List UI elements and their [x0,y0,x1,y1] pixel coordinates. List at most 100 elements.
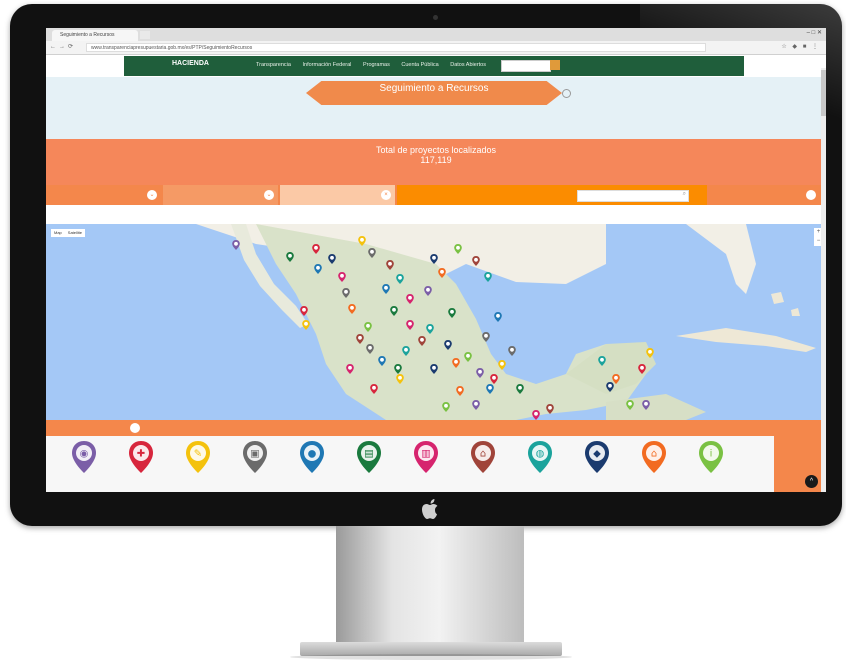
map-pin-icon[interactable] [642,400,650,410]
map-pin-icon[interactable] [378,356,386,366]
map-pin-icon[interactable] [442,402,450,412]
map-pin-icon[interactable] [406,294,414,304]
map-pin-icon[interactable] [646,348,654,358]
map-pin-icon[interactable] [448,308,456,318]
category-info-button[interactable]: i [697,440,725,484]
browser-tab[interactable]: Seguimiento a Recursos [52,30,138,41]
map-pin-icon[interactable] [490,374,498,384]
map-pin-icon[interactable] [348,304,356,314]
map-pin-icon[interactable] [626,400,634,410]
site-search-button[interactable] [550,60,560,70]
map-pin-icon[interactable] [418,336,426,346]
nav-link[interactable]: Cuenta Pública [401,62,438,68]
map-pin-icon[interactable] [456,386,464,396]
map-view-button[interactable]: Map [51,230,65,235]
map-pin-icon[interactable] [424,286,432,296]
map-pin-icon[interactable] [390,306,398,316]
map-pin-icon[interactable] [338,272,346,282]
map-pin-icon[interactable] [426,324,434,334]
project-map[interactable]: Map Satellite + − [46,224,826,420]
map-pin-icon[interactable] [598,356,606,366]
category-health-button[interactable]: ✚ [127,440,155,484]
map-pin-icon[interactable] [386,260,394,270]
nav-link[interactable]: Transparencia [256,62,291,68]
category-building-button[interactable]: ▥ [412,440,440,484]
map-pin-icon[interactable] [312,244,320,254]
chevron-down-icon[interactable] [130,423,140,433]
satellite-view-button[interactable]: Satellite [65,230,85,235]
category-target-button[interactable]: ◉ [70,440,98,484]
filter-dropdown[interactable]: × [280,185,395,205]
window-controls[interactable]: – □ ✕ [807,29,822,36]
filter-dropdown[interactable]: ⌄ [163,185,278,205]
category-house-button[interactable]: ⌂ [640,440,668,484]
chevron-down-icon[interactable]: ⌄ [264,190,274,200]
map-pin-icon[interactable] [454,244,462,254]
page-scrollbar-thumb[interactable] [821,70,826,116]
map-pin-icon[interactable] [396,374,404,384]
map-pin-icon[interactable] [486,384,494,394]
map-pin-icon[interactable] [444,340,452,350]
map-pin-icon[interactable] [364,322,372,332]
map-pin-icon[interactable] [328,254,336,264]
map-pin-icon[interactable] [438,268,446,278]
search-icon[interactable]: ⌕ [683,191,686,198]
map-pin-icon[interactable] [396,274,404,284]
category-drop-button[interactable]: ● [298,440,326,484]
category-truck-button[interactable]: ▣ [241,440,269,484]
map-pin-icon[interactable] [452,358,460,368]
category-globe-button[interactable]: ◍ [526,440,554,484]
new-tab-button[interactable] [140,31,150,39]
map-pin-icon[interactable] [402,346,410,356]
map-pin-icon[interactable] [358,236,366,246]
map-pin-icon[interactable] [498,360,506,370]
extension-icons[interactable]: ☆ ◆ ■ ⋮ [781,43,820,50]
map-pin-icon[interactable] [286,252,294,262]
category-feather-button[interactable]: ✎ [184,440,212,484]
site-search-input[interactable] [501,60,551,72]
nav-link[interactable]: Programas [363,62,390,68]
map-pin-icon[interactable] [508,346,516,356]
map-pin-icon[interactable] [394,364,402,374]
map-pin-icon[interactable] [356,334,364,344]
search-input[interactable]: ⌕ [577,190,689,202]
category-shield-button[interactable]: ◆ [583,440,611,484]
filter-dropdown[interactable]: ⌄ [46,185,161,205]
page-scrollbar[interactable] [821,68,826,492]
map-pin-icon[interactable] [464,352,472,362]
nav-link[interactable]: Datos Abiertos [450,62,486,68]
category-book-button[interactable]: ▤ [355,440,383,484]
map-pin-icon[interactable] [406,320,414,330]
map-pin-icon[interactable] [232,240,240,250]
map-pin-icon[interactable] [532,410,540,420]
map-pin-icon[interactable] [638,364,646,374]
info-icon[interactable] [562,89,571,98]
projects-box[interactable] [774,436,826,492]
map-pin-icon[interactable] [494,312,502,322]
scroll-top-button[interactable]: ^ [805,475,818,488]
map-type-toggle[interactable]: Map Satellite [51,229,85,237]
site-logo[interactable]: HACIENDA [172,60,209,67]
map-pin-icon[interactable] [314,264,322,274]
map-pin-icon[interactable] [546,404,554,414]
map-pin-icon[interactable] [430,254,438,264]
map-pin-icon[interactable] [382,284,390,294]
map-pin-icon[interactable] [472,256,480,266]
url-field[interactable]: www.transparenciapresupuestaria.gob.mx/e… [86,43,706,52]
map-pin-icon[interactable] [342,288,350,298]
map-pin-icon[interactable] [476,368,484,378]
map-pin-icon[interactable] [516,384,524,394]
map-pin-icon[interactable] [368,248,376,258]
chevron-down-icon[interactable]: ⌄ [147,190,157,200]
help-icon[interactable] [806,190,816,200]
map-pin-icon[interactable] [370,384,378,394]
map-pin-icon[interactable] [300,306,308,316]
map-pin-icon[interactable] [484,272,492,282]
map-pin-icon[interactable] [612,374,620,384]
nav-arrows-icon[interactable]: ←→⟳ [50,43,76,50]
map-pin-icon[interactable] [472,400,480,410]
close-icon[interactable]: × [381,190,391,200]
map-pin-icon[interactable] [346,364,354,374]
category-factory-button[interactable]: ⌂ [469,440,497,484]
map-pin-icon[interactable] [366,344,374,354]
